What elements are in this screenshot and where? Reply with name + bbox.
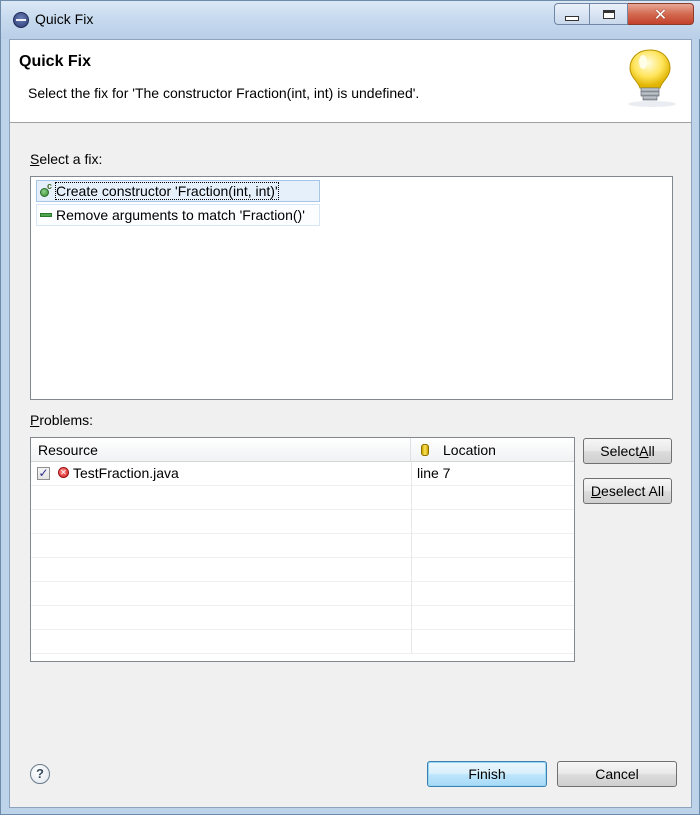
column-divider <box>411 462 412 486</box>
quick-fix-window: Quick Fix ✕ Quick Fix Select the fix for… <box>0 0 700 815</box>
maximize-button[interactable] <box>590 3 628 25</box>
banner-title: Quick Fix <box>19 53 92 70</box>
empty-row <box>31 630 574 654</box>
location-icon <box>421 443 429 456</box>
cancel-button[interactable]: Cancel <box>557 761 677 787</box>
eclipse-app-icon <box>13 12 29 28</box>
select-all-button[interactable]: Select All <box>583 438 672 464</box>
select-fix-label: Select a fix: <box>30 151 103 167</box>
finish-button[interactable]: Finish <box>427 761 547 787</box>
banner-message: Select the fix for 'The constructor Frac… <box>28 85 420 101</box>
error-icon: ✕ <box>58 467 69 478</box>
dialog-body: Quick Fix Select the fix for 'The constr… <box>9 39 692 808</box>
fix-item-label: Create constructor 'Fraction(int, int)' <box>55 182 279 200</box>
empty-row <box>31 582 574 606</box>
constructor-icon <box>39 181 53 198</box>
remove-icon <box>40 213 52 217</box>
fix-list[interactable]: Create constructor 'Fraction(int, int)' … <box>30 176 673 400</box>
empty-row <box>31 558 574 582</box>
empty-row <box>31 534 574 558</box>
minimize-button[interactable] <box>554 3 590 25</box>
maximize-icon <box>602 9 615 19</box>
window-title: Quick Fix <box>35 11 94 27</box>
close-button[interactable]: ✕ <box>628 3 694 25</box>
title-bar[interactable]: Quick Fix ✕ <box>1 1 700 39</box>
problems-table[interactable]: Resource Location ✓ ✕ TestFraction.java … <box>30 437 575 662</box>
column-header-location[interactable]: Location <box>411 438 574 462</box>
fix-item-label: Remove arguments to match 'Fraction()' <box>56 207 305 223</box>
fix-item-remove-arguments[interactable]: Remove arguments to match 'Fraction()' <box>36 204 320 226</box>
help-icon[interactable]: ? <box>30 764 50 784</box>
lightbulb-icon <box>628 49 676 107</box>
minimize-icon <box>565 15 579 21</box>
empty-row <box>31 486 574 510</box>
table-row[interactable]: ✓ ✕ TestFraction.java line 7 <box>31 462 574 486</box>
empty-row <box>31 606 574 630</box>
row-checkbox[interactable]: ✓ <box>37 467 50 480</box>
deselect-all-button[interactable]: Deselect All <box>583 478 672 504</box>
fix-item-create-constructor[interactable]: Create constructor 'Fraction(int, int)' <box>36 180 320 202</box>
problems-label: Problems: <box>30 412 94 428</box>
close-icon: ✕ <box>653 4 668 24</box>
resource-cell: TestFraction.java <box>73 465 179 481</box>
location-cell: line 7 <box>417 465 451 481</box>
dialog-banner: Quick Fix Select the fix for 'The constr… <box>10 40 691 123</box>
empty-row <box>31 510 574 534</box>
column-header-resource[interactable]: Resource <box>31 438 411 462</box>
